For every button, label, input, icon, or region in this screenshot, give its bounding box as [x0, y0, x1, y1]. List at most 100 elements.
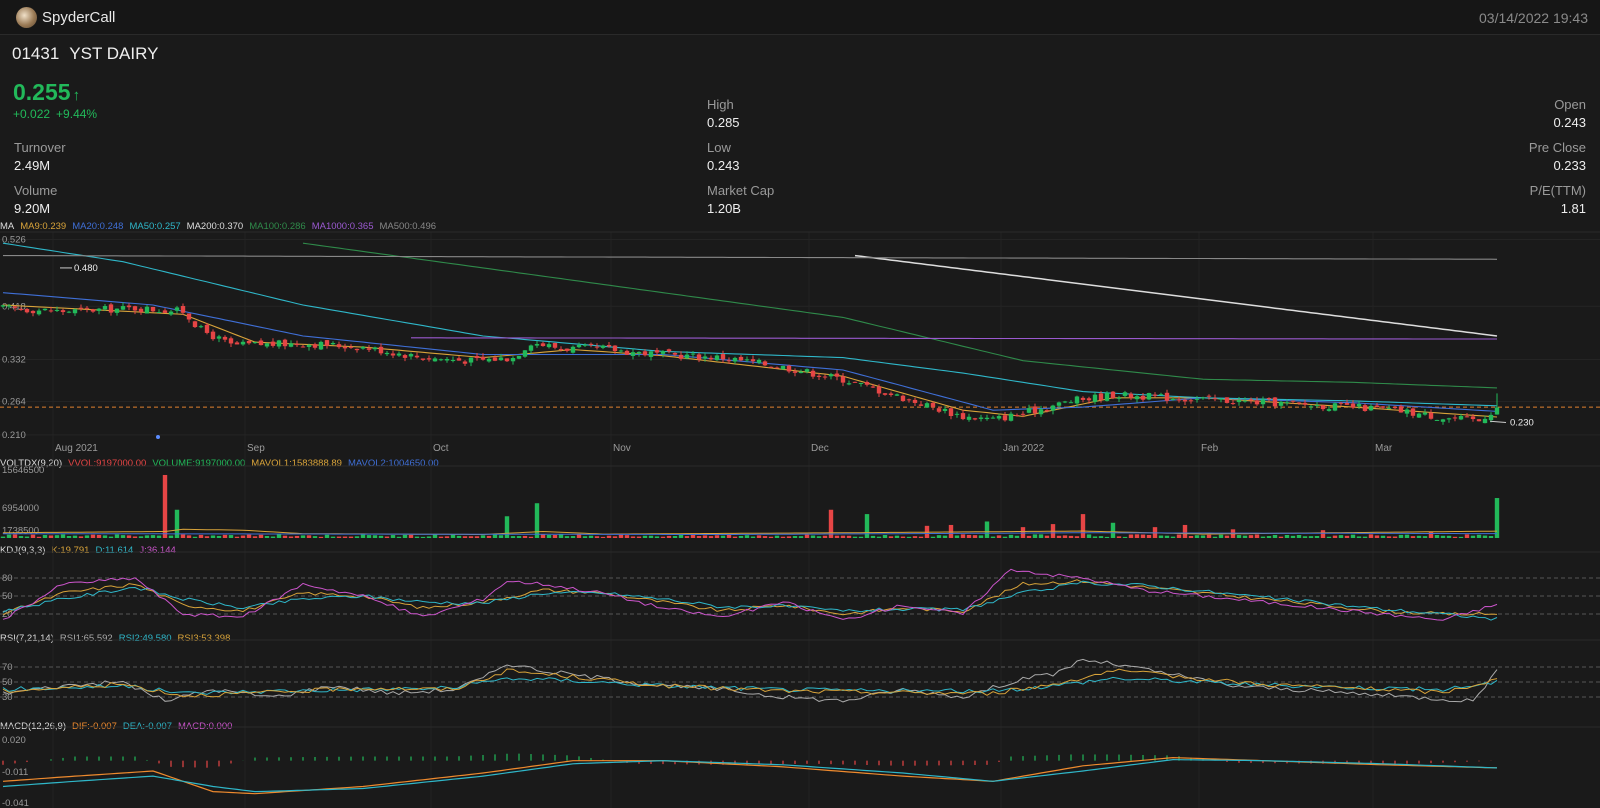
stat-volume: Volume 9.20M [14, 183, 57, 216]
volume-bar [1458, 536, 1464, 538]
candle-body [318, 341, 324, 350]
volume-bar [930, 536, 936, 538]
volume-legend: VOLTDX(9,20) VVOL:9197000.00 VOLUME:919700… [0, 458, 445, 469]
legend-item: VOLUME:9197000.00 [152, 458, 246, 469]
volume-bar [384, 536, 390, 538]
date-tick-label: Feb [1201, 443, 1219, 454]
volume-bar [1236, 535, 1242, 538]
stat-label: Open [1554, 97, 1586, 112]
arrow-up-icon: ↑ [72, 87, 81, 104]
candle-body [804, 369, 810, 372]
candle-body [96, 308, 102, 311]
candle-body [390, 353, 396, 356]
volume-bar [774, 535, 780, 538]
volume-bar [918, 536, 924, 538]
volume-bar [852, 536, 858, 538]
candle-body [1302, 402, 1308, 405]
candle-body [1038, 409, 1044, 415]
candle-body [1044, 410, 1050, 412]
oscillator-tick-label: 80 [2, 573, 13, 584]
candle-body [666, 349, 672, 352]
candle-body [888, 393, 894, 395]
candle-body [1344, 403, 1350, 405]
candle-body [756, 359, 762, 363]
stock-chart[interactable]: 0.526 0.418 0.332 0.264 0.210 Aug 2021 Sep Oct N… [0, 0, 1600, 808]
candle-body [1212, 398, 1218, 400]
volume-bar [294, 535, 300, 538]
candle-body [282, 339, 288, 347]
volume-bar [888, 536, 894, 538]
candle-body [738, 356, 744, 361]
candle-body [1020, 413, 1026, 415]
candle-body [1470, 416, 1476, 420]
candle-body [0, 305, 6, 307]
candle-body [732, 357, 738, 362]
ma-legend: MA MA9:0.239 MA20:0.248 MA50:0.257 MA200:0.3… [0, 221, 442, 232]
volume-bar [1116, 536, 1122, 538]
candle-body [720, 354, 726, 360]
stat-label: P/E(TTM) [1529, 183, 1586, 198]
candle-body [336, 344, 342, 348]
volume-bar [210, 535, 216, 538]
volume-bar [876, 536, 882, 538]
candle-body [1134, 396, 1140, 400]
candle-body [648, 351, 654, 357]
volume-bar [492, 534, 498, 538]
volume-bar [1488, 536, 1494, 538]
volume-bar [120, 535, 126, 538]
volume-bar [48, 535, 54, 538]
legend-item: J:36.144 [139, 545, 176, 556]
volume-bar [1242, 535, 1248, 538]
candle-body [258, 340, 264, 346]
candle-body [498, 357, 504, 361]
high-annotation: 0.480 [74, 263, 98, 274]
volume-bar [24, 536, 30, 538]
candle-body [642, 351, 648, 356]
date-tick-label: Oct [433, 443, 449, 454]
volume-bar [954, 535, 960, 538]
legend-item: D:11.614 [95, 545, 134, 556]
candle-body [90, 309, 96, 312]
volume-bar [264, 536, 270, 538]
candle-body [1428, 412, 1434, 419]
stat-value: 1.81 [1560, 201, 1586, 216]
volume-bar [756, 535, 762, 538]
volume-bar [1050, 524, 1056, 538]
candle-body [852, 381, 858, 383]
volume-bar [786, 536, 792, 538]
candle-body [1314, 404, 1320, 406]
candle-body [246, 340, 252, 344]
candle-body [1158, 394, 1164, 396]
volume-bar [612, 536, 618, 538]
volume-bar [1392, 536, 1398, 538]
candle-body [846, 383, 852, 385]
volume-bar [468, 536, 474, 538]
volume-bar [42, 535, 48, 538]
volume-bar [936, 535, 942, 538]
volume-bar [234, 536, 240, 538]
candle-body [984, 417, 990, 420]
volume-bar [582, 536, 588, 538]
candle-body [1194, 398, 1200, 400]
volume-bar [426, 536, 432, 538]
oscillator-tick-label: 50 [2, 677, 13, 688]
volume-bar [1356, 536, 1362, 538]
volume-bar [186, 535, 192, 538]
candle-body [186, 313, 192, 320]
candle-body [678, 354, 684, 359]
volume-bar [906, 536, 912, 538]
candle-body [366, 348, 372, 350]
legend-title: MA [0, 221, 15, 232]
volume-bar [1440, 535, 1446, 538]
legend-item: K:19.791 [51, 545, 90, 556]
candle-body [36, 310, 42, 315]
volume-bar [216, 535, 222, 538]
candle-body [522, 350, 528, 357]
candle-body [1398, 406, 1404, 413]
candle-body [930, 402, 936, 407]
candle-body [552, 342, 558, 348]
candle-body [1410, 408, 1416, 416]
volume-bar [816, 536, 822, 538]
candle-body [72, 309, 78, 314]
volume-bar [168, 535, 174, 538]
